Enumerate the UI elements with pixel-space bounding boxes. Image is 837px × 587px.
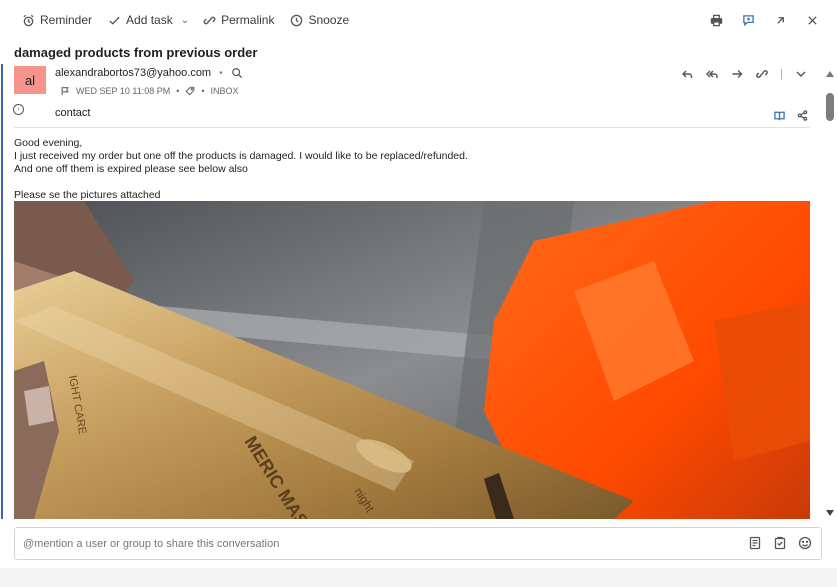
conversation-subject: damaged products from previous order bbox=[14, 45, 258, 60]
alarm-clock-icon bbox=[23, 14, 34, 26]
add-task-label: Add task bbox=[126, 13, 173, 27]
reminder-label: Reminder bbox=[40, 13, 93, 27]
folder-label[interactable]: INBOX bbox=[211, 86, 239, 96]
popout-button[interactable] bbox=[771, 11, 789, 29]
attached-photo[interactable]: IGHT CARE MERIC MASK night bbox=[14, 201, 810, 519]
separator-dot: • bbox=[176, 86, 180, 96]
search-icon[interactable] bbox=[231, 67, 243, 79]
tag-icon[interactable] bbox=[185, 86, 195, 96]
scroll-down-arrow-icon[interactable] bbox=[826, 510, 834, 516]
notes-icon[interactable] bbox=[748, 536, 762, 550]
product-photo-image: IGHT CARE MERIC MASK night bbox=[14, 201, 810, 519]
clipboard-check-icon[interactable] bbox=[773, 536, 787, 550]
reply-all-button[interactable] bbox=[705, 67, 719, 81]
share-button[interactable] bbox=[797, 108, 808, 126]
checkmark-icon bbox=[109, 16, 120, 25]
emoji-icon[interactable] bbox=[798, 536, 812, 550]
snooze-button[interactable]: Snooze bbox=[290, 8, 349, 32]
message-link-button[interactable] bbox=[755, 67, 769, 81]
snooze-label: Snooze bbox=[308, 13, 350, 27]
sender-line: alexandrabortos73@yahoo.com • bbox=[55, 67, 243, 79]
arrow-up-right-icon bbox=[776, 16, 784, 24]
body-line: And one off them is expired please see b… bbox=[14, 163, 248, 175]
compose-icons bbox=[748, 536, 812, 550]
separator-dot: • bbox=[201, 86, 205, 96]
bottom-strip bbox=[0, 568, 837, 587]
print-button[interactable] bbox=[707, 11, 725, 29]
chevron-down-icon bbox=[796, 71, 806, 77]
expand-details-icon[interactable]: › bbox=[13, 104, 24, 115]
sender-email[interactable]: alexandrabortos73@yahoo.com bbox=[55, 67, 211, 79]
share-conversation-input[interactable]: @mention a user or group to share this c… bbox=[14, 527, 822, 560]
toolbar-separator: | bbox=[780, 68, 783, 80]
message-secondary-actions bbox=[774, 108, 808, 126]
sender-avatar: al bbox=[14, 66, 46, 94]
conversation-toolbar: Reminder Add task ⌄ Permalink Snooze bbox=[0, 0, 837, 40]
comment-icon bbox=[742, 14, 754, 26]
open-book-button[interactable] bbox=[774, 108, 785, 126]
message-actions: | bbox=[680, 67, 808, 81]
permalink-label: Permalink bbox=[221, 13, 275, 27]
recipient: contact bbox=[55, 107, 91, 119]
add-task-button[interactable]: Add task bbox=[108, 8, 173, 32]
share-icon bbox=[797, 110, 808, 121]
scroll-up-arrow-icon[interactable] bbox=[826, 71, 834, 77]
forward-button[interactable] bbox=[730, 67, 744, 81]
body-line: I just received my order but one off the… bbox=[14, 150, 468, 162]
permalink-button[interactable]: Permalink bbox=[203, 8, 274, 32]
add-task-dropdown-icon[interactable]: ⌄ bbox=[181, 15, 189, 26]
link-icon bbox=[203, 16, 216, 24]
printer-icon bbox=[710, 14, 722, 26]
compose-placeholder: @mention a user or group to share this c… bbox=[23, 537, 280, 550]
reply-all-icon bbox=[706, 70, 718, 78]
message-meta: WED SEP 10 11:08 PM • • INBOX bbox=[60, 86, 239, 96]
more-actions-button[interactable] bbox=[794, 67, 808, 81]
reply-icon bbox=[682, 70, 693, 78]
message-body: Good evening, I just received my order b… bbox=[14, 137, 468, 202]
header-divider bbox=[14, 127, 810, 128]
message-card: al › alexandrabortos73@yahoo.com • WED S… bbox=[0, 64, 822, 519]
scrollbar-thumb[interactable] bbox=[826, 93, 834, 121]
book-icon bbox=[774, 111, 785, 121]
reply-button[interactable] bbox=[680, 67, 694, 81]
clock-icon bbox=[291, 14, 303, 26]
add-comment-button[interactable] bbox=[739, 11, 757, 29]
message-date: WED SEP 10 11:08 PM bbox=[76, 86, 171, 96]
close-button[interactable] bbox=[803, 11, 821, 29]
flag-icon[interactable] bbox=[60, 86, 70, 96]
close-icon bbox=[807, 15, 817, 25]
reminder-button[interactable]: Reminder bbox=[22, 8, 92, 32]
message-accent-bar bbox=[1, 64, 3, 519]
body-blank-line bbox=[14, 176, 468, 189]
link-icon bbox=[756, 70, 768, 78]
separator-dot: • bbox=[219, 67, 223, 79]
arrow-right-icon bbox=[732, 70, 743, 78]
message-scrollbar[interactable] bbox=[823, 64, 837, 519]
body-line: Good evening, bbox=[14, 137, 83, 149]
